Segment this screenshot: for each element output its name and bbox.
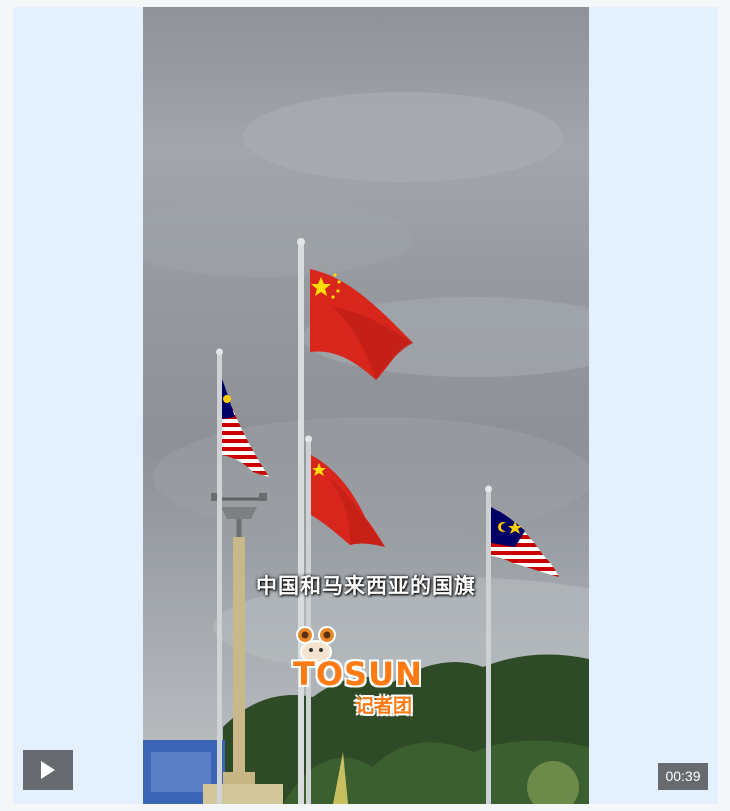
- watermark-brand: TOSUN: [293, 655, 423, 693]
- video-caption: 中国和马来西亚的国旗: [256, 574, 476, 598]
- watermark-sub: 记者团: [355, 695, 413, 717]
- video-player[interactable]: 中国和马来西亚的国旗 TOSUN 记者团 00:39: [13, 7, 718, 804]
- flagpole-right: [486, 489, 491, 804]
- play-icon: [41, 761, 55, 779]
- flagpole-middle: [306, 439, 311, 804]
- duration-label: 00:39: [658, 763, 708, 790]
- tosun-watermark: TOSUN 记者团: [293, 625, 443, 720]
- play-button[interactable]: [23, 750, 73, 790]
- video-frame[interactable]: 中国和马来西亚的国旗 TOSUN 记者团: [143, 7, 589, 804]
